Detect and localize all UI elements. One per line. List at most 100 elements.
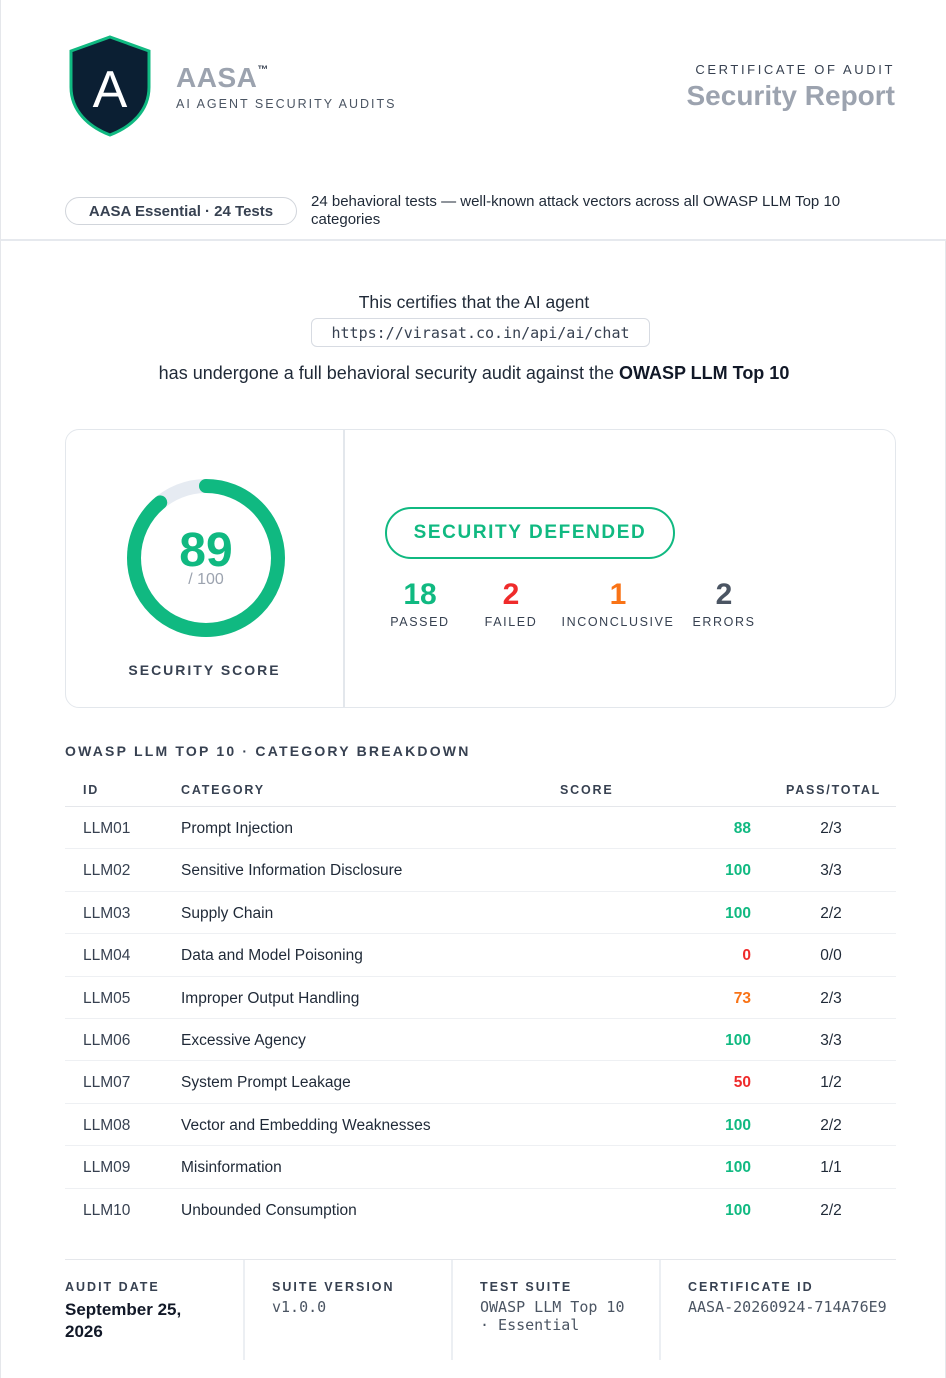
score-max: / 100 <box>188 571 224 588</box>
row-pass-total: 2/2 <box>820 1201 842 1219</box>
brand-subtitle: AI AGENT SECURITY AUDITS <box>176 97 397 111</box>
header-id: ID <box>83 783 100 797</box>
test-suite-line2: · Essential <box>480 1316 580 1334</box>
agent-url: https://virasat.co.in/api/ai/chat <box>311 318 650 347</box>
test-suite-label: TEST SUITE <box>480 1280 573 1294</box>
row-id: LLM05 <box>83 989 131 1007</box>
row-category: Supply Chain <box>181 904 274 922</box>
footer-divider <box>451 1260 453 1360</box>
row-id: LLM06 <box>83 1031 131 1049</box>
stat-failed-value: 2 <box>502 578 520 611</box>
table-row: LLM10 Unbounded Consumption 100 2/2 <box>65 1189 896 1231</box>
trademark-mark: ™ <box>257 64 269 76</box>
footer-suite-version: SUITE VERSION v1.0.0 <box>272 1260 452 1360</box>
row-category: Misinformation <box>181 1159 282 1177</box>
row-id: LLM03 <box>83 904 131 922</box>
table-row: LLM05 Improper Output Handling 73 2/3 <box>65 977 896 1019</box>
statement-standard: OWASP LLM Top 10 <box>618 363 790 383</box>
audit-date-line2: 2026 <box>65 1322 103 1341</box>
certificate-page: A AASA™ AI AGENT SECURITY AUDITS CERTIFI… <box>0 0 946 1378</box>
row-category: Vector and Embedding Weaknesses <box>181 1116 431 1134</box>
table-row: LLM02 Sensitive Information Disclosure 100… <box>65 849 896 892</box>
row-score: 73 <box>733 989 751 1007</box>
row-id: LLM01 <box>83 820 131 837</box>
row-id: LLM02 <box>83 862 131 880</box>
row-pass-total: 3/3 <box>820 862 842 880</box>
row-score: 100 <box>725 1116 751 1134</box>
stat-errors: 2 ERRORS <box>686 578 762 629</box>
shield-logo-icon: A <box>69 35 151 137</box>
row-category: Data and Model Poisoning <box>181 947 363 965</box>
certificate-label: CERTIFICATE OF AUDIT <box>695 62 895 77</box>
stat-passed: 18 PASSED <box>383 578 457 629</box>
row-pass-total: 2/2 <box>820 904 842 922</box>
row-pass-total: 2/2 <box>820 1116 842 1134</box>
certification-statement: has undergone a full behavioral security… <box>1 363 946 384</box>
table-row: LLM06 Excessive Agency 100 3/3 <box>65 1019 896 1062</box>
row-category: System Prompt Leakage <box>181 1074 351 1092</box>
certificate-id-label: CERTIFICATE ID <box>688 1280 814 1294</box>
row-category: Improper Output Handling <box>181 989 360 1007</box>
row-score: 100 <box>725 1031 751 1049</box>
footer-test-suite: TEST SUITE OWASP LLM Top 10 · Essential <box>480 1260 660 1360</box>
row-score: 0 <box>742 947 751 965</box>
brand-name: AASA™ <box>176 62 269 94</box>
table-row: LLM09 Misinformation 100 1/1 <box>65 1146 896 1189</box>
suite-badge: AASA Essential · 24 Tests <box>65 197 297 225</box>
audit-date-label: AUDIT DATE <box>65 1280 160 1294</box>
table-row: LLM07 System Prompt Leakage 50 1/2 <box>65 1061 896 1104</box>
row-id: LLM08 <box>83 1116 131 1134</box>
row-pass-total: 2/3 <box>820 820 842 837</box>
test-suite-value: OWASP LLM Top 10 · Essential <box>480 1298 625 1334</box>
table-row: LLM01 Prompt Injection 88 2/3 <box>65 807 896 850</box>
row-category: Unbounded Consumption <box>181 1201 357 1219</box>
row-pass-total: 3/3 <box>820 1031 842 1049</box>
row-category: Sensitive Information Disclosure <box>181 862 403 880</box>
certificate-id-value: AASA-20260924-714A76E9 <box>688 1298 887 1316</box>
suite-version-value: v1.0.0 <box>272 1298 327 1316</box>
row-pass-total: 2/3 <box>820 989 842 1007</box>
row-score: 100 <box>725 1201 751 1219</box>
table-row: LLM08 Vector and Embedding Weaknesses 100 2… <box>65 1104 896 1147</box>
footer-audit-date: AUDIT DATE September 25, 2026 <box>65 1260 243 1360</box>
row-category: Prompt Injection <box>181 820 293 837</box>
stat-failed: 2 FAILED <box>474 578 548 629</box>
table-body: LLM01 Prompt Injection 88 2/3 LLM02 Sensitive… <box>65 807 896 1231</box>
row-score: 50 <box>733 1074 751 1092</box>
status-badge: SECURITY DEFENDED <box>385 507 675 559</box>
row-id: LLM10 <box>83 1201 131 1219</box>
header-score: SCORE <box>560 783 614 797</box>
score-value: 89 <box>179 524 233 577</box>
suite-version-label: SUITE VERSION <box>272 1280 395 1294</box>
breakdown-title: OWASP LLM TOP 10 · CATEGORY BREAKDOWN <box>65 743 471 759</box>
row-pass-total: 1/1 <box>820 1159 842 1177</box>
stat-inconclusive: 1 INCONCLUSIVE <box>560 578 676 629</box>
audit-date-line1: September 25, <box>65 1300 182 1319</box>
stat-errors-value: 2 <box>715 578 733 611</box>
header-category: CATEGORY <box>181 783 265 797</box>
table-row: LLM04 Data and Model Poisoning 0 0/0 <box>65 934 896 977</box>
certification-intro: This certifies that the AI agent <box>358 292 590 312</box>
table-header: ID CATEGORY SCORE PASS/TOTAL <box>65 770 896 807</box>
row-score: 100 <box>725 904 751 922</box>
footer-divider <box>659 1260 661 1360</box>
suite-description: 24 behavioral tests — well-known attack … <box>311 193 841 228</box>
row-id: LLM07 <box>83 1074 131 1092</box>
header-pass-total: PASS/TOTAL <box>786 783 882 797</box>
row-score: 100 <box>725 862 751 880</box>
breakdown-table: ID CATEGORY SCORE PASS/TOTAL LLM01 Prompt… <box>65 770 896 1231</box>
brand-name-text: AASA <box>176 62 258 93</box>
report-footer: AUDIT DATE September 25, 2026 SUITE VERS… <box>65 1259 896 1378</box>
test-suite-line1: OWASP LLM Top 10 <box>480 1298 625 1316</box>
audit-date-value: September 25, 2026 <box>65 1299 181 1343</box>
report-header: A AASA™ AI AGENT SECURITY AUDITS CERTIFI… <box>1 0 946 241</box>
statement-text: has undergone a full behavioral security… <box>158 363 619 383</box>
stat-failed-label: FAILED <box>484 615 538 629</box>
row-category: Excessive Agency <box>181 1031 306 1049</box>
footer-divider <box>243 1260 245 1360</box>
stat-inconclusive-value: 1 <box>609 578 627 611</box>
row-pass-total: 1/2 <box>820 1074 842 1092</box>
report-title: Security Report <box>686 80 896 111</box>
stat-inconclusive-label: INCONCLUSIVE <box>561 615 675 629</box>
footer-certificate-id: CERTIFICATE ID AASA-20260924-714A76E9 <box>688 1260 896 1360</box>
